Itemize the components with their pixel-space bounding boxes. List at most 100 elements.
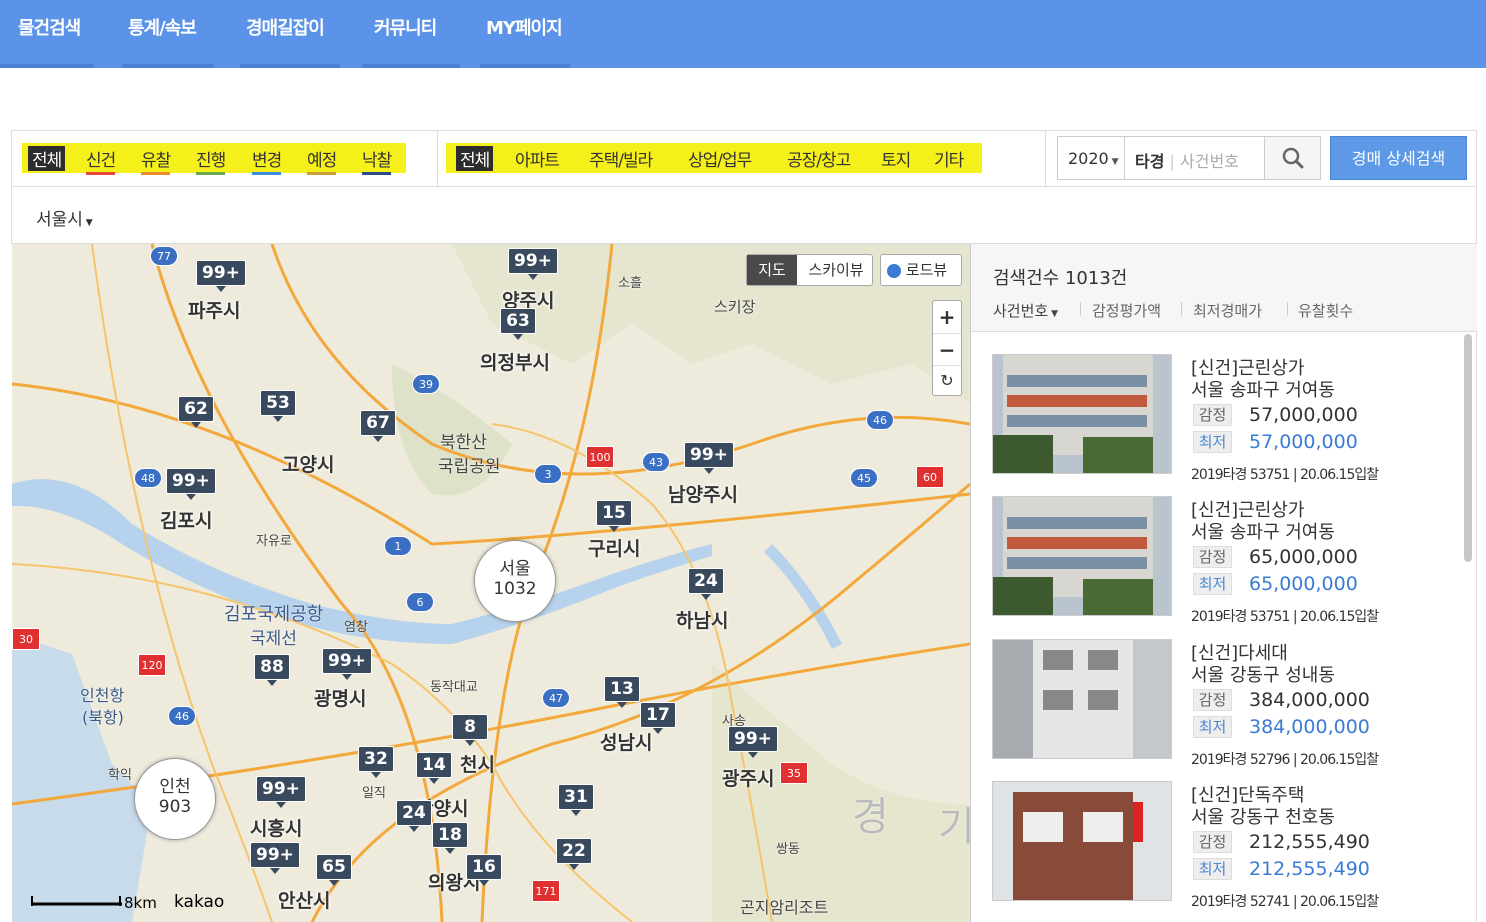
count-marker[interactable]: 99+	[250, 842, 300, 874]
place-label: 스키장	[714, 298, 756, 316]
count-marker[interactable]: 16	[466, 854, 502, 886]
search-button[interactable]	[1264, 136, 1321, 180]
count-marker[interactable]: 99+	[728, 726, 778, 758]
count-marker[interactable]: 13	[604, 676, 640, 708]
route-shield: 1	[384, 536, 412, 556]
status-sold[interactable]: 낙찰	[362, 146, 392, 175]
refresh-icon[interactable]: ↻	[933, 365, 961, 395]
place-label: 일직	[362, 786, 386, 801]
type-commercial[interactable]: 상업/업무	[688, 146, 752, 171]
count-marker[interactable]: 15	[596, 500, 632, 532]
count-marker[interactable]: 99+	[508, 248, 558, 280]
place-label: 곤지암리조트	[740, 898, 829, 917]
count-marker[interactable]: 88	[254, 654, 290, 686]
town-label: 의정부시	[480, 352, 550, 374]
roadview-icon	[887, 263, 901, 278]
count-marker[interactable]: 99+	[684, 442, 734, 474]
count-marker[interactable]: 31	[558, 784, 594, 816]
building-photo	[993, 640, 1171, 758]
property-thumbnail[interactable]	[992, 781, 1172, 901]
count-marker[interactable]: 99+	[166, 468, 216, 500]
zoom-out-icon[interactable]: −	[933, 333, 961, 365]
type-apartment[interactable]: 아파트	[515, 146, 560, 171]
appraisal-tag: 감정	[1193, 404, 1232, 426]
map[interactable]: 지도 스카이뷰 로드뷰 + − ↻ 77 39 3 43 46 45 48 1 …	[12, 244, 970, 922]
top-nav: 물건검색 통계/속보 경매길잡이 커뮤니티 MY페이지	[0, 0, 1486, 68]
building-photo	[993, 782, 1171, 900]
count-marker[interactable]: 24	[688, 568, 724, 600]
year-select[interactable]: 2020 ▼	[1057, 136, 1125, 180]
caret-down-icon: ▼	[82, 218, 93, 228]
minimum-value: 212,555,490	[1249, 858, 1370, 880]
result-item[interactable]: [신건]단독주택 서울 강동구 천호동 감정 212,555,490 최저 21…	[992, 781, 1452, 911]
count-marker[interactable]: 62	[178, 396, 214, 428]
property-thumbnail[interactable]	[992, 354, 1172, 474]
roadview-button[interactable]: 로드뷰	[880, 254, 962, 286]
count-marker[interactable]: 99+	[322, 648, 372, 680]
cluster-incheon[interactable]: 인천 903	[134, 758, 216, 840]
route-shield: 46	[168, 706, 196, 726]
type-other[interactable]: 기타	[934, 146, 964, 171]
item-address: 서울 강동구 성내동	[1191, 665, 1335, 686]
status-new[interactable]: 신건	[86, 146, 116, 175]
status-progress[interactable]: 진행	[196, 146, 226, 175]
status-changed[interactable]: 변경	[252, 146, 282, 175]
building-photo	[993, 497, 1171, 615]
count-marker[interactable]: 17	[640, 702, 676, 734]
map-scale: 8km	[124, 894, 157, 912]
count-marker[interactable]: 8	[452, 714, 488, 746]
results-scrollbar[interactable]	[1464, 334, 1472, 562]
count-marker[interactable]: 65	[316, 854, 352, 886]
count-marker[interactable]: 18	[432, 822, 468, 854]
cluster-seoul[interactable]: 서울 1032	[474, 540, 556, 622]
place-label: 쌍동	[776, 842, 800, 857]
status-all[interactable]: 전체	[28, 146, 66, 171]
type-land[interactable]: 토지	[881, 146, 911, 171]
case-number-input[interactable]: 타경 | 사건번호	[1124, 136, 1265, 180]
sort-case-number[interactable]: 사건번호 ▼	[993, 300, 1058, 321]
town-label: 파주시	[188, 300, 241, 322]
place-label: 염창	[344, 620, 368, 635]
place-label: 동작대교	[430, 680, 478, 695]
type-all[interactable]: 전체	[456, 146, 494, 171]
place-label: 북한산	[440, 433, 487, 453]
property-thumbnail[interactable]	[992, 496, 1172, 616]
nav-item-mypage[interactable]: MY페이지	[486, 14, 946, 144]
building-photo	[993, 355, 1171, 473]
status-failed[interactable]: 유찰	[141, 146, 171, 175]
court-label: 타경	[1135, 152, 1165, 171]
sort-minimum-price[interactable]: 최저경매가	[1193, 300, 1262, 321]
count-marker[interactable]: 22	[556, 838, 592, 870]
count-marker[interactable]: 99+	[196, 260, 246, 292]
detail-search-button[interactable]: 경매 상세검색	[1330, 136, 1467, 180]
skyview-button[interactable]: 스카이뷰	[799, 255, 873, 285]
expressway-shield: 60	[916, 466, 944, 488]
place-label: 자유로	[256, 534, 292, 549]
result-item[interactable]: [신건]다세대 서울 강동구 성내동 감정 384,000,000 최저 384…	[992, 639, 1452, 769]
town-label: 남양주시	[668, 484, 738, 506]
count-marker[interactable]: 67	[360, 410, 396, 442]
result-item[interactable]: [신건]근린상가 서울 송파구 거여동 감정 57,000,000 최저 57,…	[992, 354, 1452, 484]
count-marker[interactable]: 53	[260, 390, 296, 422]
sort-appraisal[interactable]: 감정평가액	[1092, 300, 1161, 321]
count-marker[interactable]: 63	[500, 308, 536, 340]
region-select[interactable]: 서울시 ▼	[36, 205, 93, 230]
count-marker[interactable]: 14	[416, 752, 452, 784]
count-marker[interactable]: 99+	[256, 776, 306, 808]
minimum-value: 57,000,000	[1249, 431, 1358, 453]
sort-failed-count[interactable]: 유찰횟수	[1298, 300, 1353, 321]
type-house-villa[interactable]: 주택/빌라	[589, 146, 653, 171]
result-item[interactable]: [신건]근린상가 서울 송파구 거여동 감정 65,000,000 최저 65,…	[992, 496, 1452, 626]
property-thumbnail[interactable]	[992, 639, 1172, 759]
count-marker[interactable]: 32	[358, 746, 394, 778]
zoom-in-icon[interactable]: +	[933, 301, 961, 333]
map-view-button[interactable]: 지도	[747, 255, 797, 285]
status-scheduled[interactable]: 예정	[307, 146, 337, 175]
item-address: 서울 강동구 천호동	[1191, 807, 1335, 828]
place-label: 국립공원	[438, 457, 501, 477]
type-factory[interactable]: 공장/창고	[787, 146, 851, 171]
minimum-value: 384,000,000	[1249, 716, 1370, 738]
count-marker[interactable]: 24	[396, 800, 432, 832]
divider	[437, 131, 438, 186]
route-shield: 6	[406, 592, 434, 612]
